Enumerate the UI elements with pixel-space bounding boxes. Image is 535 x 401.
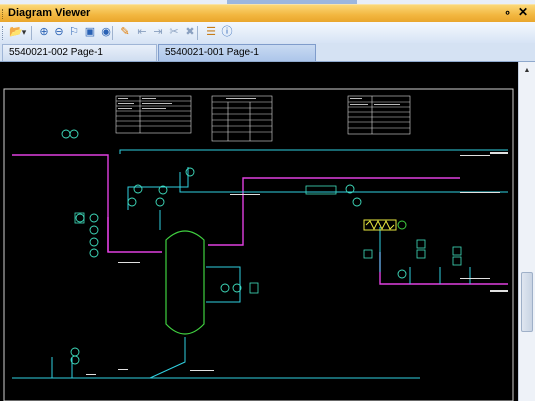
title-bar[interactable]: Diagram Viewer ∘ ✕ bbox=[0, 4, 535, 22]
instrument-bubbles bbox=[61, 129, 407, 365]
pin-icon[interactable]: ∘ bbox=[504, 6, 511, 19]
scroll-up-icon[interactable]: ▲ bbox=[521, 64, 533, 76]
zoom-previous-icon[interactable]: ◉ bbox=[98, 25, 114, 40]
pid-diagram[interactable] bbox=[0, 62, 518, 401]
title-block-center bbox=[211, 95, 273, 142]
scroll-thumb[interactable] bbox=[521, 272, 533, 332]
line-label-marks bbox=[86, 152, 508, 375]
dropdown-arrow-icon[interactable]: ▾ bbox=[20, 25, 28, 40]
utility-lines bbox=[12, 149, 508, 379]
process-lines bbox=[12, 154, 508, 285]
cut-icon[interactable]: ✂ bbox=[166, 25, 182, 40]
pump-symbol bbox=[397, 220, 407, 230]
forward-icon[interactable]: ⇥ bbox=[150, 25, 166, 40]
zoom-extents-icon[interactable]: ⚐ bbox=[66, 25, 82, 40]
close-icon[interactable]: ✕ bbox=[518, 5, 528, 19]
title-block-text-marks bbox=[118, 98, 400, 109]
instrument-boxes bbox=[74, 185, 462, 294]
grip-icon[interactable] bbox=[2, 9, 5, 19]
tab-5540021-001[interactable]: 5540021-001 Page-1 bbox=[158, 44, 316, 61]
vertical-scrollbar[interactable]: ▲ bbox=[518, 62, 535, 401]
vessel bbox=[165, 230, 205, 335]
zoom-in-icon[interactable]: ⊕ bbox=[36, 25, 52, 40]
tab-strip: 5540021-002 Page-1 5540021-001 Page-1 bbox=[0, 43, 535, 62]
zoom-window-icon[interactable]: ▣ bbox=[82, 25, 98, 40]
properties-icon[interactable]: ☰ bbox=[203, 25, 219, 40]
tab-5540021-002[interactable]: 5540021-002 Page-1 bbox=[2, 44, 157, 61]
title-block-left bbox=[115, 95, 192, 134]
delete-icon[interactable]: ✖ bbox=[182, 25, 198, 40]
window-title: Diagram Viewer bbox=[8, 7, 91, 19]
highlight-icon[interactable]: ✎ bbox=[117, 25, 133, 40]
toolbar-grip-icon[interactable] bbox=[2, 26, 5, 40]
diagram-viewer-window: Diagram Viewer ∘ ✕ 📂 ▾ ⊕ ⊖ ⚐ ▣ ◉ ✎ ⇤ ⇥ ✂ ✖ ☰ ⓘ 554002… bbox=[0, 0, 535, 401]
diagram-canvas[interactable] bbox=[0, 62, 518, 401]
title-block-right bbox=[347, 95, 411, 135]
info-icon[interactable]: ⓘ bbox=[219, 25, 235, 40]
zoom-out-icon[interactable]: ⊖ bbox=[51, 25, 67, 40]
back-icon[interactable]: ⇤ bbox=[134, 25, 150, 40]
toolbar: 📂 ▾ ⊕ ⊖ ⚐ ▣ ◉ ✎ ⇤ ⇥ ✂ ✖ ☰ ⓘ bbox=[0, 22, 535, 44]
toolbar-separator bbox=[31, 26, 32, 40]
drawing-border bbox=[3, 88, 514, 401]
